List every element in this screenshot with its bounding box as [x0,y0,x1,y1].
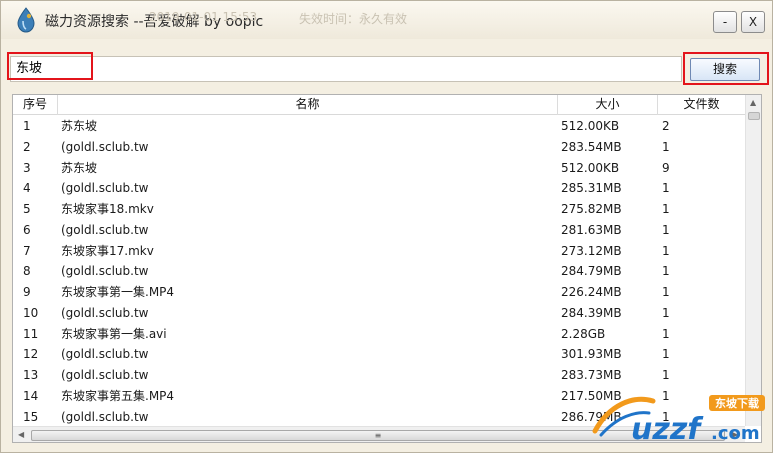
cell-name: (goldl.sclub.tw [61,181,149,196]
cell-size: 275.82MB [561,202,622,216]
table-row[interactable]: 9 东坡家事第一集.MP4 226.24MB 1 [13,282,745,303]
cell-size: 512.00KB [561,160,620,175]
cell-index: 10 [23,305,39,320]
cell-file-count: 1 [662,222,670,237]
cell-index: 8 [23,264,31,279]
cell-size: 285.31MB [561,181,622,196]
cell-name: 东坡家事第一集.MP4 [61,285,175,299]
table-body: 1 苏东坡 512.00KB 2 2 (goldl.sclub.tw 283.54MB 1 3 苏… [13,116,745,427]
table-row[interactable]: 1 苏东坡 512.00KB 2 [13,116,745,137]
cell-index: 14 [23,388,39,403]
cell-size: 283.73MB [561,368,622,382]
cell-file-count: 1 [662,285,670,299]
cell-name: (goldl.sclub.tw [61,222,149,237]
cell-size: 283.54MB [561,139,622,154]
table-row[interactable]: 6 (goldl.sclub.tw 281.63MB 1 [13,220,745,241]
cell-size: 281.63MB [561,222,622,237]
table-row[interactable]: 7 东坡家事17.mkv 273.12MB 1 [13,241,745,262]
cell-name: 东坡家事第一集.avi [61,326,167,341]
table-row[interactable]: 11 东坡家事第一集.avi 2.28GB 1 [13,324,745,345]
app-window: 磁力资源搜索 --吾爱破解 by oopic 2019-01-01 15:53 … [0,0,773,453]
cell-index: 1 [23,119,31,133]
column-header-name[interactable]: 名称 [58,95,558,115]
cell-size: 2.28GB [561,326,606,341]
table-row[interactable]: 10 (goldl.sclub.tw 284.39MB 1 [13,303,745,324]
watermark-brand-text: uzzf [631,412,704,447]
cell-name: 东坡家事18.mkv [61,202,154,216]
cell-size: 284.79MB [561,264,622,279]
cell-index: 4 [23,181,31,196]
cell-name: 东坡家事17.mkv [61,243,154,258]
cell-file-count: 1 [662,139,670,154]
title-bar: 磁力资源搜索 --吾爱破解 by oopic 2019-01-01 15:53 … [1,1,772,39]
cell-index: 3 [23,160,31,175]
cell-name: (goldl.sclub.tw [61,347,149,362]
cell-file-count: 1 [662,305,670,320]
ghost-date-text: 2019-01-01 15:53 [149,10,258,24]
table-row[interactable]: 12 (goldl.sclub.tw 301.93MB 1 [13,344,745,365]
watermark-tag-text: 东坡下载 [715,396,759,410]
cell-size: 301.93MB [561,347,622,362]
cell-file-count: 1 [662,347,670,362]
cell-name: 苏东坡 [61,160,98,175]
minimize-button[interactable]: - [713,11,737,33]
cell-index: 12 [23,347,39,362]
cell-index: 15 [23,409,39,424]
uzzf-watermark-logo: 东坡下载 uzzf .com [592,395,765,447]
scroll-left-arrow-icon[interactable]: ◀ [18,430,24,439]
cell-name: (goldl.sclub.tw [61,264,149,279]
cell-index: 2 [23,139,31,154]
table-row[interactable]: 13 (goldl.sclub.tw 283.73MB 1 [13,365,745,386]
column-header-index[interactable]: 序号 [13,95,58,115]
table-row[interactable]: 8 (goldl.sclub.tw 284.79MB 1 [13,261,745,282]
column-header-size[interactable]: 大小 [558,95,658,115]
cell-file-count: 1 [662,181,670,196]
cell-name: (goldl.sclub.tw [61,139,149,154]
table-row[interactable]: 3 苏东坡 512.00KB 9 [13,158,745,179]
search-input-highlight [7,52,93,80]
cell-size: 226.24MB [561,285,622,299]
cell-file-count: 9 [662,160,670,175]
cell-file-count: 1 [662,326,670,341]
column-header-file-count[interactable]: 文件数 [658,95,745,115]
table-row[interactable]: 4 (goldl.sclub.tw 285.31MB 1 [13,178,745,199]
cell-size: 284.39MB [561,305,622,320]
table-header: 序号 名称 大小 文件数 [13,95,745,115]
cell-file-count: 1 [662,202,670,216]
cell-index: 13 [23,368,39,382]
cell-index: 7 [23,243,31,258]
cell-file-count: 1 [662,368,670,382]
cell-name: (goldl.sclub.tw [61,368,149,382]
table-row[interactable]: 2 (goldl.sclub.tw 283.54MB 1 [13,137,745,158]
cell-name: (goldl.sclub.tw [61,305,149,320]
cell-file-count: 1 [662,243,670,258]
cell-size: 512.00KB [561,119,620,133]
ghost-expiry-text: 失效时间：永久有效 [299,12,408,26]
cell-file-count: 1 [662,264,670,279]
vertical-scrollbar[interactable]: ▲ [745,95,761,426]
table-row[interactable]: 5 东坡家事18.mkv 275.82MB 1 [13,199,745,220]
scroll-up-arrow-icon[interactable]: ▲ [750,98,756,107]
cell-index: 5 [23,202,31,216]
cell-index: 9 [23,285,31,299]
cell-size: 273.12MB [561,243,622,258]
cell-index: 6 [23,222,31,237]
close-button[interactable]: X [741,11,765,33]
watermark-suffix-text: .com [711,423,760,444]
search-button-highlight [683,52,769,85]
search-input[interactable]: 东坡 [10,56,682,82]
vertical-scroll-thumb[interactable] [748,112,760,120]
cell-name: 苏东坡 [61,119,98,133]
cell-name: 东坡家事第五集.MP4 [61,388,175,403]
cell-name: (goldl.sclub.tw [61,409,149,424]
magnet-drop-icon [17,7,35,33]
cell-index: 11 [23,326,39,341]
cell-file-count: 2 [662,119,670,133]
